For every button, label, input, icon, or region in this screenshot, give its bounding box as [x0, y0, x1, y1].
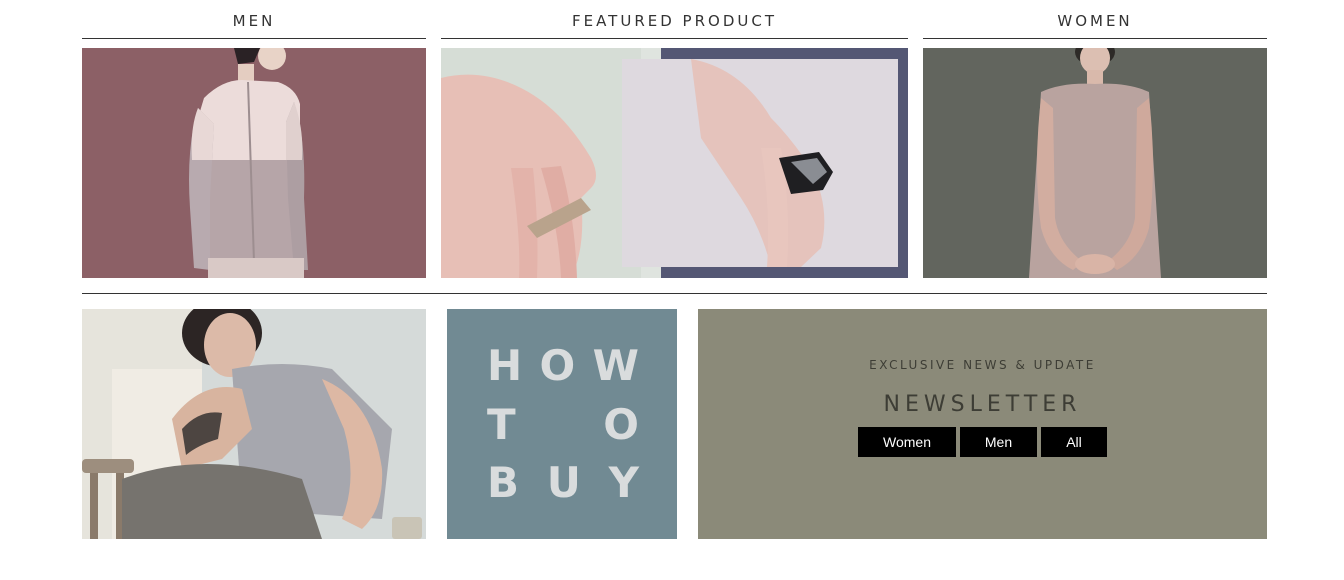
section-divider [82, 293, 1267, 294]
howto-letter: H [487, 341, 523, 390]
women-model-illustration [1029, 48, 1161, 278]
featured-product-image[interactable] [441, 48, 908, 278]
featured-product-heading[interactable]: FEATURED PRODUCT [441, 10, 908, 39]
newsletter-title: NEWSLETTER [883, 392, 1082, 417]
rings-illustration [441, 48, 908, 278]
howto-letter: Y [608, 458, 639, 507]
newsletter-women-button[interactable]: Women [858, 427, 956, 457]
newsletter-all-button[interactable]: All [1041, 427, 1107, 457]
howto-letter: O [539, 341, 576, 390]
lifestyle-image[interactable] [82, 309, 426, 539]
how-to-buy-row-3: B U Y [487, 462, 639, 504]
how-to-buy-tile[interactable]: H O W T O B U Y [447, 309, 677, 539]
howto-letter: U [546, 458, 581, 507]
women-category-image[interactable] [923, 48, 1267, 278]
how-to-buy-row-1: H O W [487, 345, 639, 387]
howto-letter: B [487, 458, 520, 507]
howto-letter: W [592, 341, 639, 390]
howto-letter: T [487, 400, 516, 449]
page: MEN FEATURED PRODUCT WOMEN H O W T O B U… [0, 0, 1344, 580]
men-model-illustration [189, 48, 308, 278]
newsletter-panel: EXCLUSIVE NEWS & UPDATE NEWSLETTER Women… [698, 309, 1267, 539]
how-to-buy-row-2: T O [487, 404, 639, 446]
newsletter-men-button[interactable]: Men [960, 427, 1037, 457]
men-heading[interactable]: MEN [82, 10, 426, 39]
howto-letter: O [603, 400, 639, 449]
women-heading[interactable]: WOMEN [923, 10, 1267, 39]
seated-model-illustration [82, 309, 426, 539]
newsletter-kicker: EXCLUSIVE NEWS & UPDATE [869, 358, 1096, 372]
men-category-image[interactable] [82, 48, 426, 278]
